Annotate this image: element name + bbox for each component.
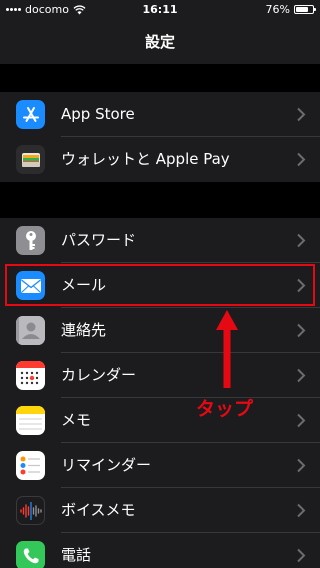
settings-row-passwords[interactable]: パスワード (0, 218, 320, 263)
chevron-right-icon (297, 368, 306, 383)
settings-row-label: ウォレットと Apple Pay (61, 150, 230, 168)
battery-icon (294, 5, 316, 14)
settings-group-apps: パスワード メール 連絡先 カレンダー メモ リマインダー ボイスメモ 電話 (0, 218, 320, 568)
nav-bar: 設定 (0, 20, 320, 64)
settings-row-calendar[interactable]: カレンダー (0, 353, 320, 398)
settings-row-label: メール (61, 276, 107, 294)
battery-percent: 76% (265, 3, 290, 16)
chevron-right-icon (297, 233, 306, 248)
settings-row-label: リマインダー (61, 456, 152, 474)
settings-group-store: App Store ウォレットと Apple Pay (0, 92, 320, 182)
phone-icon (16, 541, 45, 568)
wallet-icon (16, 145, 45, 174)
settings-row-contacts[interactable]: 連絡先 (0, 308, 320, 353)
status-right: 76% (265, 3, 316, 16)
chevron-right-icon (297, 152, 306, 167)
settings-row-label: ボイスメモ (61, 501, 136, 519)
settings-row-wallet[interactable]: ウォレットと Apple Pay (0, 137, 320, 182)
settings-row-notes[interactable]: メモ (0, 398, 320, 443)
settings-row-phone[interactable]: 電話 (0, 533, 320, 568)
tap-annotation: タップ (196, 398, 254, 420)
chevron-right-icon (297, 323, 306, 338)
voice-memo-icon (16, 496, 45, 525)
arrow-up-icon (216, 310, 238, 388)
calendar-icon (16, 361, 45, 390)
settings-row-reminders[interactable]: リマインダー (0, 443, 320, 488)
key-icon (16, 226, 45, 255)
settings-screen: docomo 16:11 76% 設定 App Store ウォレットと App… (0, 0, 320, 568)
section-gap (0, 64, 320, 92)
settings-row-label: App Store (61, 105, 135, 123)
reminders-icon (16, 451, 45, 480)
chevron-right-icon (297, 503, 306, 518)
settings-row-label: 電話 (61, 546, 92, 564)
chevron-right-icon (297, 278, 306, 293)
contacts-icon (16, 316, 45, 345)
app-store-icon (16, 100, 45, 129)
mail-icon (16, 271, 45, 300)
settings-row-app-store[interactable]: App Store (0, 92, 320, 137)
settings-row-label: カレンダー (61, 366, 137, 384)
settings-row-mail[interactable]: メール (0, 263, 320, 308)
settings-row-label: メモ (61, 411, 92, 429)
settings-row-label: パスワード (61, 231, 137, 249)
chevron-right-icon (297, 458, 306, 473)
settings-row-voice-memos[interactable]: ボイスメモ (0, 488, 320, 533)
page-title: 設定 (144, 33, 175, 51)
chevron-right-icon (297, 413, 306, 428)
chevron-right-icon (297, 548, 306, 563)
notes-icon (16, 406, 45, 435)
status-bar: docomo 16:11 76% (0, 0, 320, 20)
section-gap (0, 182, 320, 218)
chevron-right-icon (297, 107, 306, 122)
settings-row-label: 連絡先 (61, 321, 107, 339)
